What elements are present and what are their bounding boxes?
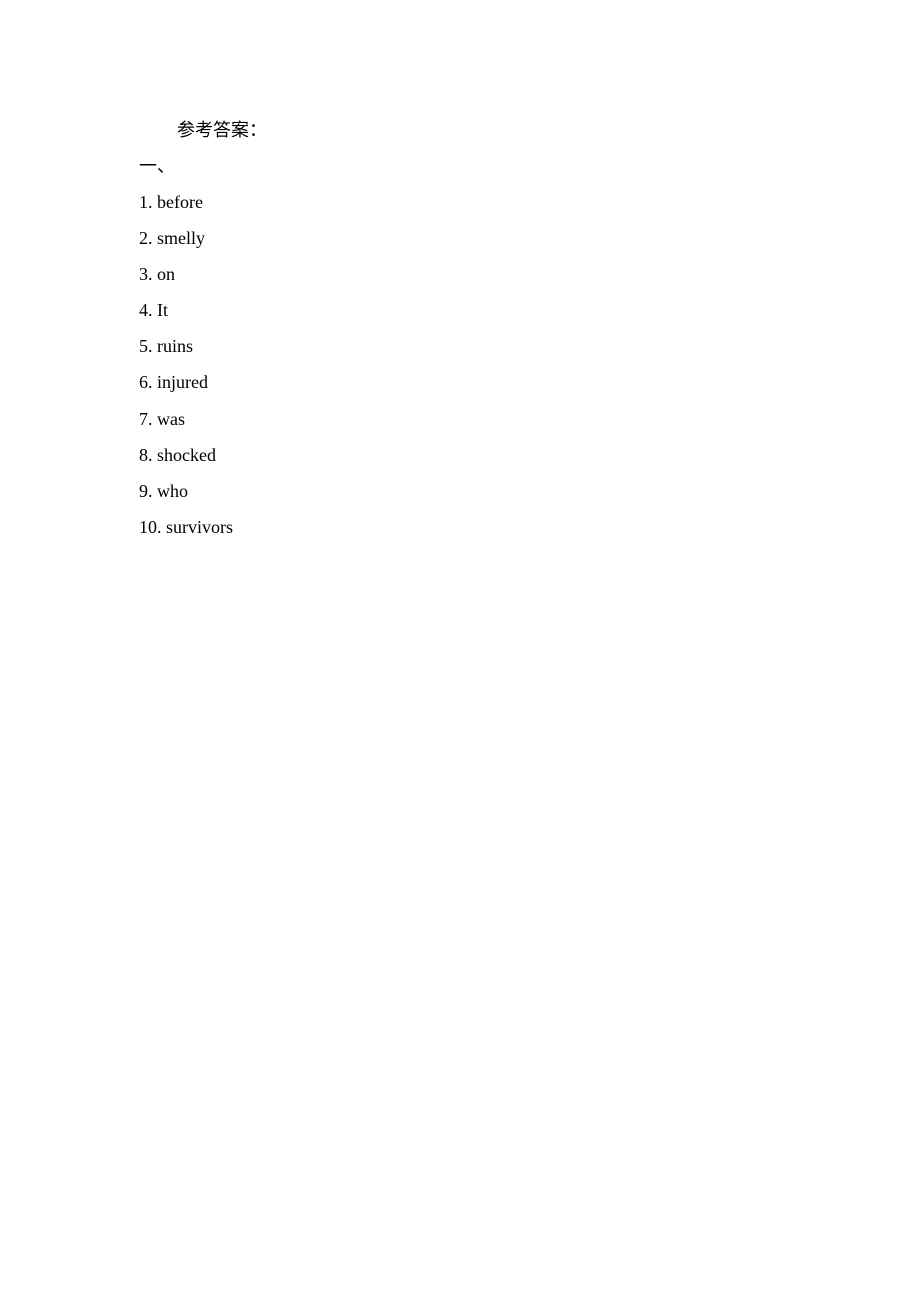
answer-item: 8. shocked xyxy=(139,444,216,465)
answer-list: 1. before 2. smelly 3. on 4. It 5. ruins… xyxy=(139,190,233,551)
section-one-label: 一、 xyxy=(139,156,175,176)
answer-item: 3. on xyxy=(139,264,175,285)
answer-item: 9. who xyxy=(139,480,188,501)
answer-item: 5. ruins xyxy=(139,336,193,357)
document-page: 参考答案： 一、 1. before 2. smelly 3. on 4. It… xyxy=(0,0,920,1302)
answer-item: 6. injured xyxy=(139,372,208,393)
answer-item: 4. It xyxy=(139,300,168,321)
answer-item: 10. survivors xyxy=(139,516,233,537)
answer-item: 2. smelly xyxy=(139,228,205,249)
answer-item: 1. before xyxy=(139,192,203,212)
answer-item: 7. was xyxy=(139,408,185,429)
answer-key-heading: 参考答案： xyxy=(177,120,267,140)
